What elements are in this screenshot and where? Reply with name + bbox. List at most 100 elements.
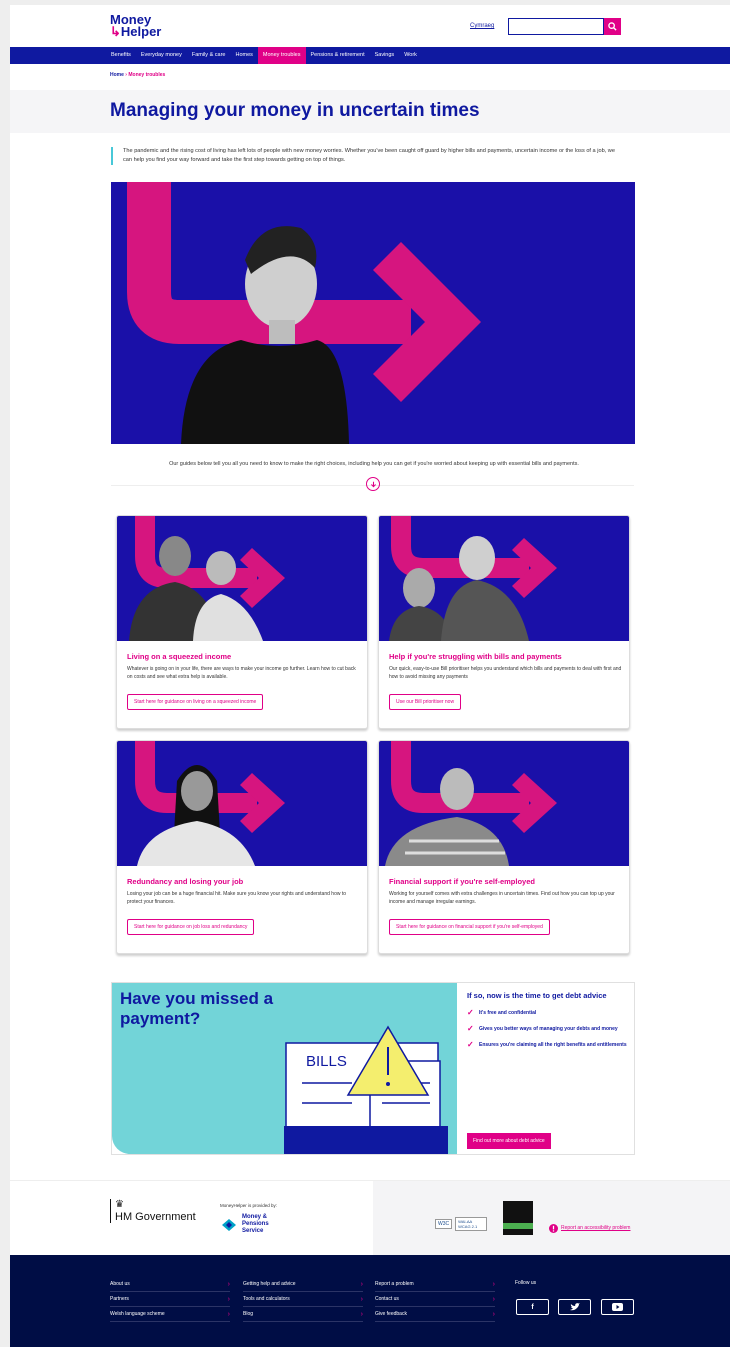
youtube-button[interactable] bbox=[601, 1299, 634, 1315]
scroll-down-button[interactable] bbox=[366, 477, 380, 491]
footer-link-label: Tools and calculators bbox=[243, 1296, 290, 1302]
chevron-right-icon: › bbox=[227, 1281, 230, 1288]
card-photo-graphic bbox=[135, 741, 285, 866]
nav-everyday-money[interactable]: Everyday money bbox=[136, 47, 187, 64]
chevron-right-icon: › bbox=[360, 1281, 363, 1288]
report-accessibility-link[interactable]: Report an accessibility problem bbox=[561, 1225, 630, 1231]
footer-link[interactable]: Give feedback › bbox=[375, 1307, 495, 1322]
nav-family-care[interactable]: Family & care bbox=[187, 47, 231, 64]
footer-link-label: Give feedback bbox=[375, 1311, 407, 1317]
cymraeg-link[interactable]: Cymraeg bbox=[470, 23, 494, 29]
nav-homes[interactable]: Homes bbox=[230, 47, 257, 64]
nav-work[interactable]: Work bbox=[399, 47, 422, 64]
debt-advice-button[interactable]: Find out more about debt advice bbox=[467, 1133, 551, 1149]
search-button[interactable] bbox=[604, 18, 621, 35]
card-button[interactable]: Start here for guidance on job loss and … bbox=[127, 919, 255, 935]
footer-link[interactable]: Partners › bbox=[110, 1292, 230, 1307]
footer-link-label: Report a problem bbox=[375, 1281, 414, 1287]
maps-line3: Service bbox=[242, 1228, 264, 1234]
nav-money-troubles[interactable]: Money troubles bbox=[257, 47, 306, 64]
provided-by-text: MoneyHelper is provided by: bbox=[220, 1203, 278, 1208]
chevron-right-icon: › bbox=[360, 1296, 363, 1303]
card-redundancy: Redundancy and losing your job Losing yo… bbox=[116, 740, 368, 954]
card-self-employed: Financial support if you're self-employe… bbox=[378, 740, 630, 954]
footer-link[interactable]: Report a problem › bbox=[375, 1277, 495, 1292]
facebook-button[interactable]: f bbox=[516, 1299, 549, 1315]
accessibility-panel: W3C WAI-AA WCAG 2.1 bbox=[373, 1181, 730, 1256]
w3c-wai-badge: W3C WAI-AA WCAG 2.1 bbox=[435, 1217, 488, 1231]
bills-label: BILLS bbox=[306, 1053, 347, 1070]
youtube-icon bbox=[612, 1303, 623, 1311]
card-photo-graphic bbox=[385, 741, 557, 866]
breadcrumb-home[interactable]: Home bbox=[110, 72, 124, 78]
footer-link-label: Contact us bbox=[375, 1296, 399, 1302]
plain-english-badge bbox=[503, 1201, 533, 1235]
check-item: ✓ Gives you better ways of managing your … bbox=[467, 1025, 632, 1033]
check-icon: ✓ bbox=[467, 1040, 474, 1049]
card-image bbox=[117, 516, 367, 641]
page: Money ↳Helper Cymraeg Benefits Everyday … bbox=[10, 5, 730, 1347]
card-title: Redundancy and losing your job bbox=[127, 877, 244, 886]
check-item: ✓ Ensures you're claiming all the right b… bbox=[467, 1041, 632, 1049]
logo-line2: Helper bbox=[120, 24, 162, 39]
footer-col-3: Report a problem › Contact us › Give feedb… bbox=[375, 1277, 495, 1322]
nav-savings[interactable]: Savings bbox=[370, 47, 400, 64]
search-input[interactable] bbox=[508, 18, 604, 35]
footer-link[interactable]: Contact us › bbox=[375, 1292, 495, 1307]
nav-pensions-retirement[interactable]: Pensions & retirement bbox=[306, 47, 370, 64]
card-button[interactable]: Start here for guidance on financial sup… bbox=[389, 919, 550, 935]
check-text: It's free and confidential bbox=[479, 1010, 537, 1016]
site-footer: About us › Partners › Welsh language schem… bbox=[10, 1255, 730, 1347]
royal-crest-icon: ♛ bbox=[115, 1199, 124, 1210]
alert-icon bbox=[549, 1224, 558, 1233]
footer-link[interactable]: Welsh language scheme › bbox=[110, 1307, 230, 1322]
card-button[interactable]: Use our Bill prioritiser now bbox=[389, 694, 462, 710]
breadcrumb: Home › Money troubles bbox=[110, 72, 165, 78]
maps-line2: Pensions bbox=[242, 1221, 269, 1227]
footer-link-label: About us bbox=[110, 1281, 130, 1287]
footer-col-1: About us › Partners › Welsh language schem… bbox=[110, 1277, 230, 1322]
maps-logo-icon bbox=[222, 1218, 236, 1231]
card-image bbox=[379, 741, 629, 866]
nav-benefits[interactable]: Benefits bbox=[106, 47, 136, 64]
chevron-right-icon: › bbox=[227, 1311, 230, 1318]
twitter-button[interactable] bbox=[558, 1299, 591, 1315]
hm-government-logo: ♛ HM Government bbox=[110, 1199, 196, 1223]
footer-link[interactable]: Getting help and advice › bbox=[243, 1277, 363, 1292]
footer-link-label: Getting help and advice bbox=[243, 1281, 296, 1287]
footer-link[interactable]: Tools and calculators › bbox=[243, 1292, 363, 1307]
breadcrumb-current[interactable]: Money troubles bbox=[128, 72, 165, 78]
card-bills-payments: Help if you're struggling with bills and… bbox=[378, 515, 630, 729]
wai-text: WAI-AA WCAG 2.1 bbox=[455, 1217, 488, 1231]
maps-logo: Money & Pensions Service bbox=[220, 1214, 269, 1235]
card-title: Living on a squeezed income bbox=[127, 652, 232, 661]
footer-link[interactable]: Blog › bbox=[243, 1307, 363, 1322]
promo-content: If so, now is the time to get debt advic… bbox=[467, 991, 632, 1057]
footer-col-2: Getting help and advice › Tools and calcu… bbox=[243, 1277, 363, 1322]
check-text: Gives you better ways of managing your d… bbox=[479, 1026, 618, 1032]
card-photo-graphic bbox=[129, 516, 285, 641]
card-text: Losing your job can be a huge financial … bbox=[127, 891, 347, 905]
card-text: Whatever is going on in your life, there… bbox=[127, 666, 356, 680]
card-text: Working for yourself comes with extra ch… bbox=[389, 891, 615, 905]
promo-illustration-panel: Have you missed a payment? BILLS bbox=[112, 983, 457, 1154]
search-icon bbox=[608, 22, 617, 31]
bills-warning-illustration bbox=[284, 1025, 448, 1154]
card-button[interactable]: Start here for guidance on living on a s… bbox=[127, 694, 264, 710]
page-title: Managing your money in uncertain times bbox=[110, 100, 480, 121]
site-header: Money ↳Helper Cymraeg bbox=[10, 5, 730, 47]
chevron-right-icon: › bbox=[492, 1281, 495, 1288]
footer-link[interactable]: About us › bbox=[110, 1277, 230, 1292]
chevron-right-icon: › bbox=[492, 1311, 495, 1318]
moneyhelper-logo[interactable]: Money ↳Helper bbox=[110, 13, 162, 39]
footer-link-label: Welsh language scheme bbox=[110, 1311, 165, 1317]
check-text: Ensures you're claiming all the right be… bbox=[479, 1042, 627, 1048]
follow-us-label: Follow us bbox=[515, 1280, 537, 1286]
logo-arrow-icon: ↳ bbox=[110, 24, 121, 39]
chevron-right-icon: › bbox=[227, 1296, 230, 1303]
maps-line1: Money & bbox=[242, 1214, 268, 1220]
check-icon: ✓ bbox=[467, 1008, 474, 1017]
check-item: ✓ It's free and confidential bbox=[467, 1009, 632, 1017]
card-title: Financial support if you're self-employe… bbox=[389, 877, 535, 886]
twitter-icon bbox=[569, 1303, 580, 1311]
